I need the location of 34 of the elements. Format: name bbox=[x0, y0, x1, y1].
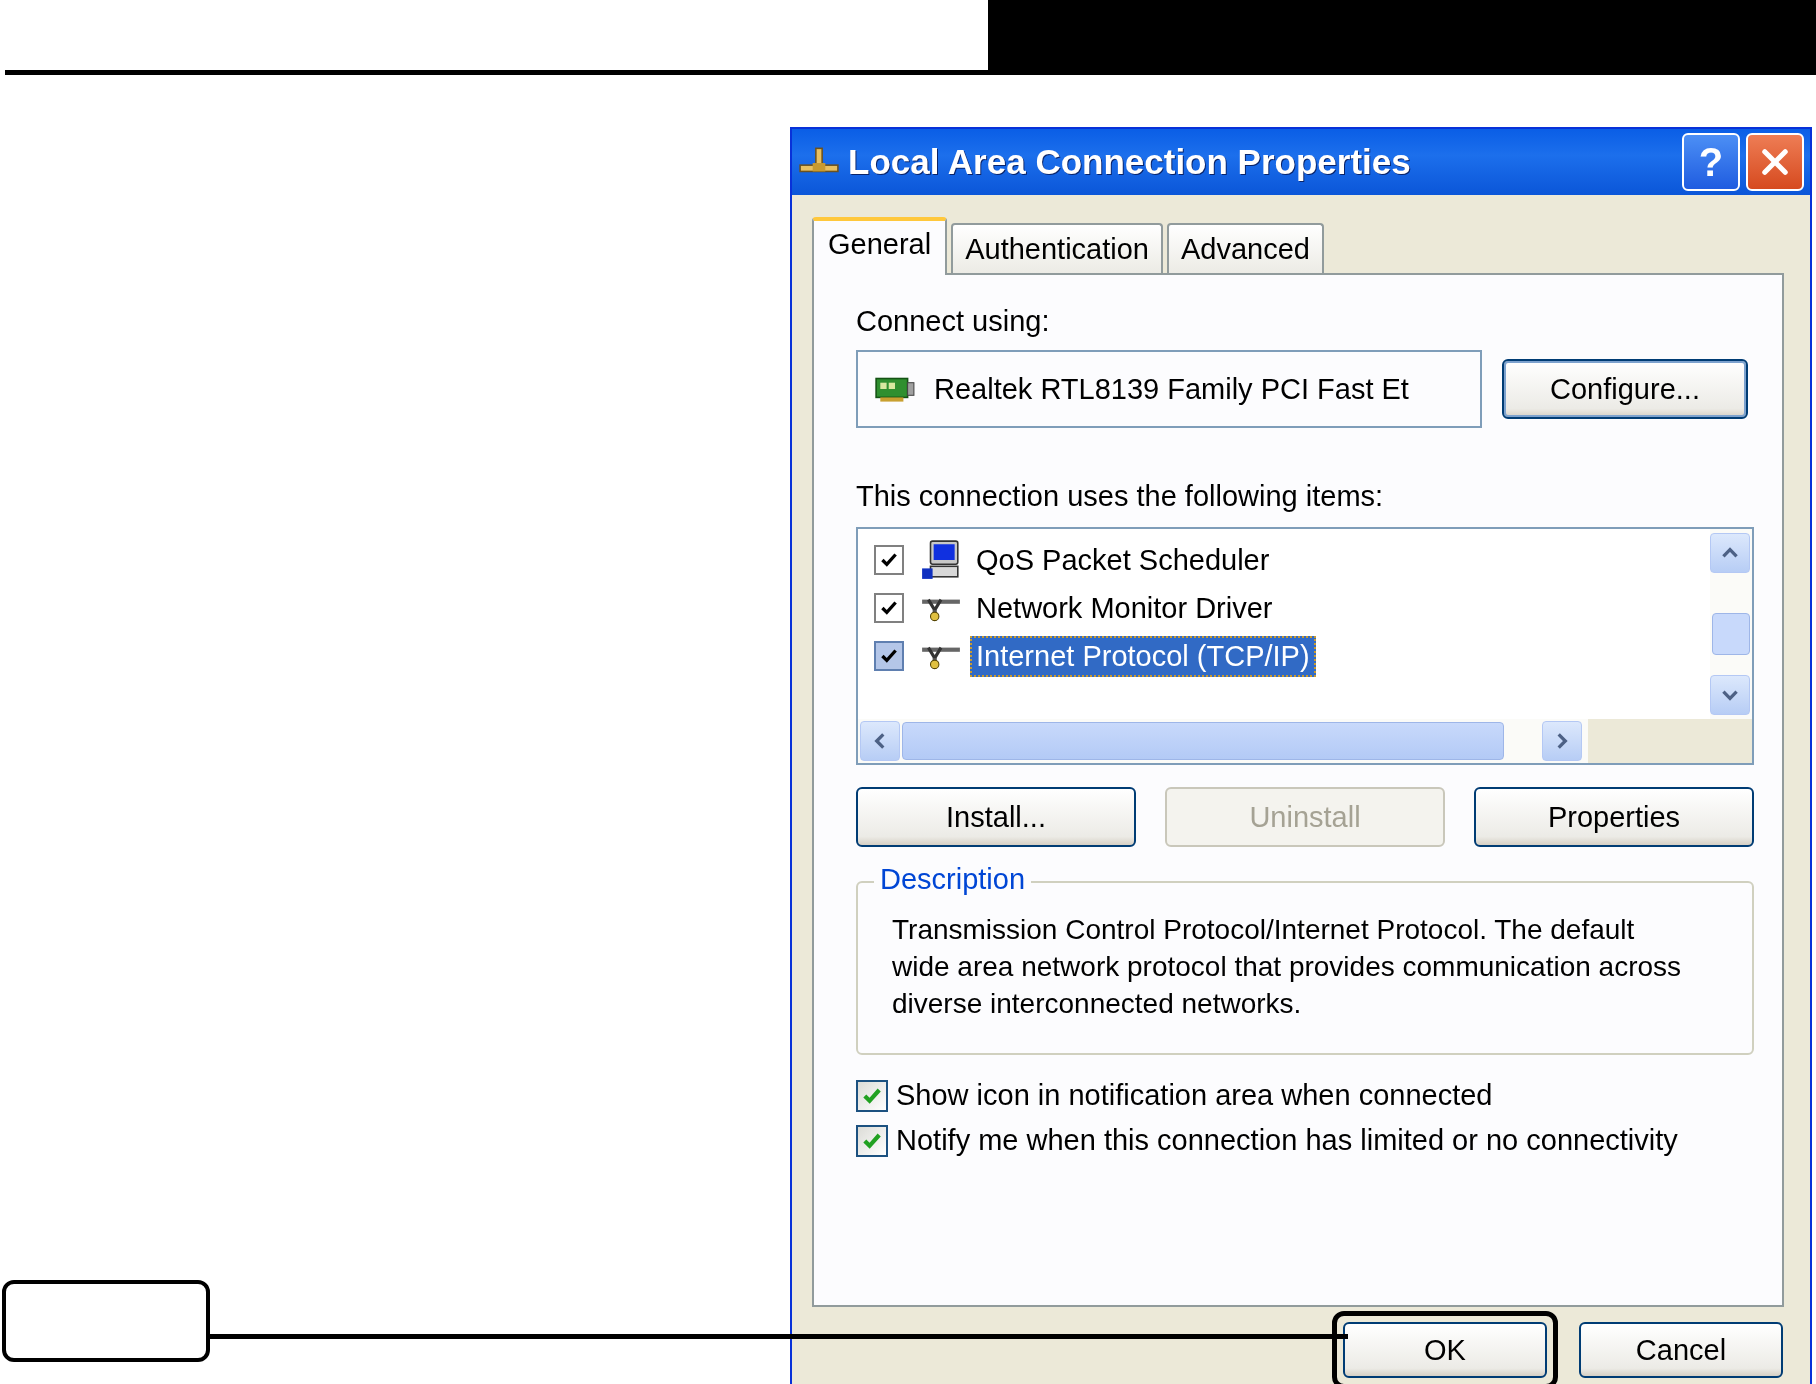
checkbox[interactable] bbox=[874, 641, 904, 671]
scroll-up-icon[interactable] bbox=[1710, 533, 1750, 573]
checkbox[interactable] bbox=[856, 1079, 888, 1112]
checkbox-label: Notify me when this connection has limited or no connectivity bbox=[896, 1124, 1678, 1157]
checkbox[interactable] bbox=[874, 545, 904, 575]
help-button[interactable]: ? bbox=[1682, 133, 1740, 191]
section-label: This connection uses the following items: bbox=[856, 480, 1385, 513]
list-item[interactable]: Network Monitor Driver bbox=[970, 587, 1279, 629]
list-item[interactable]: QoS Packet Scheduler bbox=[970, 539, 1276, 581]
configure-button[interactable]: Configure... bbox=[1502, 359, 1748, 419]
dialog-button[interactable]: Cancel bbox=[1579, 1322, 1783, 1378]
horizontal-scrollbar[interactable] bbox=[858, 719, 1752, 763]
window-title: Local Area Connection Properties bbox=[848, 142, 1412, 182]
list-item[interactable]: Internet Protocol (TCP/IP) bbox=[970, 635, 1316, 677]
adapter-name: Realtek RTL8139 Family PCI Fast Et bbox=[934, 372, 1409, 406]
action-button[interactable]: Properties bbox=[1474, 787, 1754, 847]
description-text: Transmission Control Protocol/Internet Protocol. The default wide area network protocol that provides communication across diverse interconnected networks. bbox=[892, 913, 1682, 1021]
dialog-button[interactable]: OK bbox=[1343, 1322, 1547, 1378]
scroll-down-icon[interactable] bbox=[1710, 675, 1750, 715]
scroll-left-icon[interactable] bbox=[860, 721, 900, 761]
action-button[interactable]: Install... bbox=[856, 787, 1136, 847]
scroll-right-icon[interactable] bbox=[1542, 721, 1582, 761]
section-label: Connect using: bbox=[856, 305, 1051, 338]
checkbox[interactable] bbox=[856, 1124, 888, 1157]
vertical-scrollbar[interactable] bbox=[1710, 529, 1752, 719]
checkbox-label: Show icon in notification area when connected bbox=[896, 1079, 1493, 1112]
scroll-thumb[interactable] bbox=[902, 722, 1504, 760]
scroll-thumb[interactable] bbox=[1712, 613, 1750, 655]
close-button[interactable] bbox=[1746, 133, 1804, 191]
checkbox[interactable] bbox=[874, 593, 904, 623]
tab[interactable]: General bbox=[812, 217, 948, 275]
computer-icon bbox=[920, 539, 962, 581]
tab[interactable]: Authentication bbox=[951, 223, 1163, 273]
tab[interactable]: Advanced bbox=[1167, 223, 1324, 273]
